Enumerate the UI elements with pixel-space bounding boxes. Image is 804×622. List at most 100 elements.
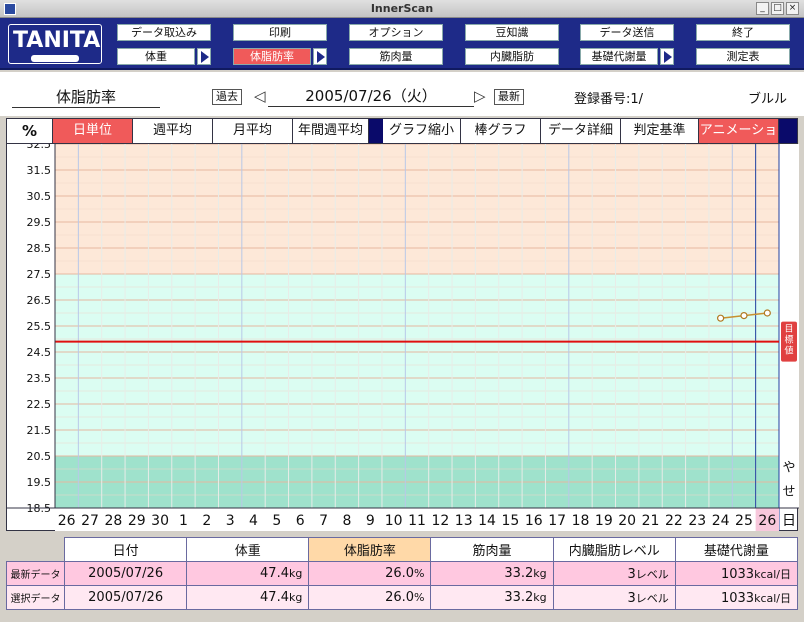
tab-separator: [369, 119, 383, 143]
table-row-latest[interactable]: 最新データ 2005/07/26 47.4kg 26.0% 33.2kg 3レベ…: [5, 561, 799, 586]
logo-name: TANITA: [13, 28, 101, 53]
tab-daily[interactable]: 日単位: [53, 119, 133, 143]
x-tick-label[interactable]: 10: [385, 513, 403, 529]
tab-animation[interactable]: アニメーション: [699, 119, 779, 162]
tab-shrink-graph[interactable]: グラフ縮小: [383, 119, 461, 143]
x-tick-label[interactable]: 12: [431, 513, 449, 529]
x-tick-label[interactable]: 26: [758, 513, 776, 529]
tab-bar-graph[interactable]: 棒グラフ: [461, 119, 541, 143]
exit-button[interactable]: 終了: [696, 24, 790, 41]
data-point[interactable]: [763, 309, 771, 317]
cell-visceral-fat: 3レベル: [552, 585, 676, 610]
bmr-menu-arrow-icon[interactable]: [660, 48, 674, 65]
x-tick-label[interactable]: 14: [478, 513, 496, 529]
chart-svg: 32.5 31.5 30.5 29.5 28.5 27.5 26.5 25.5 24.5 23.5…: [7, 138, 799, 531]
x-tick-label[interactable]: 26: [58, 513, 76, 529]
x-tick-label[interactable]: 11: [408, 513, 426, 529]
x-tick-label[interactable]: 7: [319, 513, 328, 529]
import-data-button[interactable]: データ取込み: [117, 24, 211, 41]
x-tick-label[interactable]: 22: [665, 513, 683, 529]
x-tick-label[interactable]: 19: [595, 513, 613, 529]
registration-number: 登録番号:1/: [574, 92, 644, 107]
header-date: 日付: [64, 537, 188, 562]
body-fat-button[interactable]: 体脂肪率: [233, 48, 311, 65]
weight-menu-arrow-icon[interactable]: [197, 48, 211, 65]
minimize-button[interactable]: _: [756, 2, 769, 15]
x-tick-label[interactable]: 9: [366, 513, 375, 529]
x-tick-label[interactable]: 17: [548, 513, 566, 529]
cell-body-fat: 26.0%: [308, 585, 432, 610]
maximize-button[interactable]: □: [771, 2, 784, 15]
send-data-button[interactable]: データ送信: [580, 24, 674, 41]
next-day-arrow-icon[interactable]: ▷: [474, 88, 486, 104]
x-tick-label[interactable]: 5: [272, 513, 281, 529]
body-fat-menu-arrow-icon[interactable]: [313, 48, 327, 65]
print-button[interactable]: 印刷: [233, 24, 327, 41]
y-tick-label: 21.5: [27, 424, 52, 437]
x-tick-label[interactable]: 2: [202, 513, 211, 529]
y-tick-label: 27.5: [27, 268, 52, 281]
target-label-char: 値: [784, 345, 793, 357]
bmr-button[interactable]: 基礎代謝量: [580, 48, 658, 65]
y-tick-label: 29.5: [27, 216, 52, 229]
x-tick-label[interactable]: 30: [151, 513, 169, 529]
weight-button[interactable]: 体重: [117, 48, 195, 65]
prev-link[interactable]: 過去: [212, 89, 242, 105]
x-tick-label[interactable]: 25: [735, 513, 753, 529]
cell-body-fat: 26.0%: [308, 561, 432, 586]
y-tick-label: 23.5: [27, 372, 52, 385]
latest-link[interactable]: 最新: [494, 89, 524, 105]
close-button[interactable]: ×: [786, 2, 799, 15]
x-tick-label[interactable]: 16: [525, 513, 543, 529]
x-tick-label[interactable]: 13: [455, 513, 473, 529]
logo-tagline-badge: [31, 55, 79, 62]
measurement-table: 日付 体重 体脂肪率 筋肉量 内臓脂肪レベル 基礎代謝量 最新データ 2005/…: [5, 537, 799, 612]
cell-weight: 47.4kg: [186, 585, 310, 610]
muscle-button[interactable]: 筋肉量: [349, 48, 443, 65]
cell-muscle: 33.2kg: [430, 585, 554, 610]
x-tick-label[interactable]: 23: [688, 513, 706, 529]
tips-button[interactable]: 豆知識: [465, 24, 559, 41]
x-tick-label[interactable]: 6: [296, 513, 305, 529]
tab-end-cap: [779, 119, 797, 143]
x-axis-suffix: 日: [782, 513, 796, 529]
data-point[interactable]: [740, 312, 748, 320]
x-tick-label[interactable]: 1: [179, 513, 188, 529]
measurement-table-button[interactable]: 測定表: [696, 48, 790, 65]
x-tick-label[interactable]: 28: [104, 513, 122, 529]
options-button[interactable]: オプション: [349, 24, 443, 41]
visceral-fat-button[interactable]: 内臓脂肪: [465, 48, 559, 65]
x-tick-label[interactable]: 8: [342, 513, 351, 529]
x-tick-label[interactable]: 29: [128, 513, 146, 529]
page-title: 体脂肪率: [12, 86, 160, 108]
user-name: ブルル: [748, 92, 788, 107]
data-point[interactable]: [717, 314, 725, 322]
current-date: 2005/07/26（火）: [268, 85, 474, 107]
table-row-selected[interactable]: 選択データ 2005/07/26 47.4kg 26.0% 33.2kg 3レベ…: [5, 585, 799, 610]
prev-day-arrow-icon[interactable]: ◁: [254, 88, 266, 104]
header-visceral-fat: 内臓脂肪レベル: [552, 537, 676, 562]
x-tick-label[interactable]: 21: [642, 513, 660, 529]
body-fat-chart: 32.5 31.5 30.5 29.5 28.5 27.5 26.5 25.5 24.5 23.5…: [6, 138, 799, 531]
x-tick-label[interactable]: 4: [249, 513, 258, 529]
tab-weekly-average[interactable]: 週平均: [133, 119, 213, 143]
x-tick-label[interactable]: 20: [618, 513, 636, 529]
y-tick-label: 32.5: [27, 144, 52, 151]
tab-monthly-average[interactable]: 月平均: [213, 119, 293, 143]
x-tick-label[interactable]: 24: [712, 513, 730, 529]
row-label: 最新データ: [5, 561, 66, 586]
cell-visceral-fat: 3レベル: [552, 561, 676, 586]
row-label: 選択データ: [5, 585, 66, 610]
view-tabs: % 日単位 週平均 月平均 年間週平均 グラフ縮小 棒グラフ データ詳細 判定基…: [6, 118, 798, 162]
cell-bmr: 1033kcal/日: [674, 585, 799, 610]
y-tick-label: 24.5: [27, 346, 52, 359]
sub-header: 体脂肪率 過去 ◁ 2005/07/26（火） ▷ 最新 登録番号:1/ ブルル: [0, 72, 804, 116]
x-tick-label[interactable]: 18: [572, 513, 590, 529]
tab-data-detail[interactable]: データ詳細: [541, 119, 621, 143]
main-header: TANITA データ取込み 印刷 オプション 豆知識 データ送信 終了体重 体脂肪率 筋肉量 内…: [0, 18, 804, 70]
x-tick-label[interactable]: 15: [502, 513, 520, 529]
x-tick-label[interactable]: 3: [226, 513, 235, 529]
tab-judgment-criteria[interactable]: 判定基準: [621, 119, 699, 143]
x-tick-label[interactable]: 27: [81, 513, 99, 529]
tab-yearly-weekly-average[interactable]: 年間週平均: [293, 119, 369, 143]
